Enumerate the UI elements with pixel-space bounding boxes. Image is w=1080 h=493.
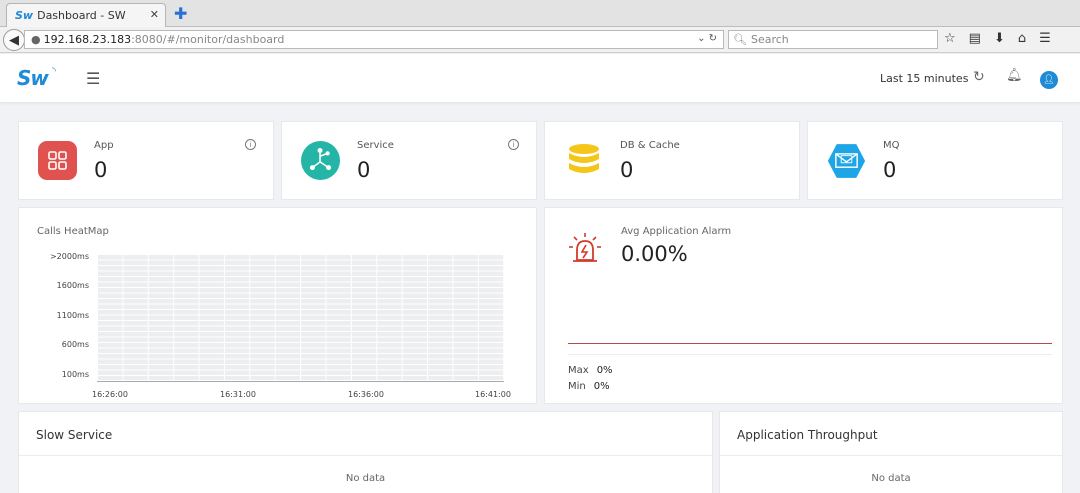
no-data-text: No data (345, 473, 386, 484)
alarm-max: Max 0% (568, 365, 613, 376)
throughput-card: Application Throughput No data (719, 411, 1063, 493)
star-icon[interactable]: ☆ (944, 31, 956, 46)
x-axis (97, 381, 504, 382)
search-input[interactable]: 🔍︎ Search (728, 30, 938, 49)
alarm-value: 0.00% (621, 242, 688, 266)
stat-card-mq: MQ 0 (807, 121, 1063, 200)
logo-wave-icon: ◝ (52, 66, 56, 77)
stat-value: 0 (357, 158, 371, 182)
divider (19, 455, 712, 456)
stat-label: Service (357, 140, 394, 151)
browser-tab-bar: Sw Dashboard - SW ✕ ✚ (0, 0, 1080, 27)
alarm-siren-icon (567, 230, 603, 270)
stat-card-app: App 0 i (18, 121, 274, 200)
app-grid-icon (38, 141, 77, 180)
alarm-min: Min 0% (568, 381, 610, 392)
search-placeholder: Search (750, 33, 789, 46)
close-icon[interactable]: ✕ (150, 8, 159, 21)
tab-favicon: Sw (15, 9, 34, 22)
max-label: Max (568, 365, 589, 376)
stat-value: 0 (94, 158, 108, 182)
slow-service-card: Slow Service No data (18, 411, 713, 493)
slow-service-title: Slow Service (36, 428, 113, 442)
stat-label: App (94, 140, 114, 151)
y-tick-label: 1600ms (56, 281, 89, 290)
search-icon: 🔍︎ (733, 33, 747, 46)
stat-value: 0 (883, 158, 897, 182)
divider (568, 354, 1052, 355)
x-tick-label: 16:41:00 (475, 390, 511, 399)
y-tick-label: >2000ms (49, 252, 89, 261)
download-icon[interactable]: ⬇ (994, 31, 1005, 46)
browser-nav-bar: ◀ ● 192.168.23.183 :8080/#/monitor/dashb… (0, 27, 1080, 53)
service-share-icon (301, 141, 340, 180)
x-tick-label: 16:26:00 (92, 390, 128, 399)
url-bar[interactable]: ● 192.168.23.183 :8080/#/monitor/dashboa… (24, 30, 724, 49)
y-tick-label: 100ms (61, 370, 89, 379)
app-logo[interactable]: Sw (17, 66, 49, 90)
globe-icon: ● (31, 33, 41, 46)
min-value: 0% (593, 381, 610, 392)
back-arrow-icon[interactable]: ◀ (3, 29, 25, 51)
alarm-title: Avg Application Alarm (621, 226, 732, 237)
heatmap-grid[interactable] (97, 254, 504, 380)
alarm-trend-line (568, 343, 1052, 344)
app-header: Sw ◝ ☰ Last 15 minutes ↻ 🔔︎ 👤︎ (0, 54, 1080, 102)
new-tab-icon[interactable]: ✚ (174, 4, 187, 23)
url-path: :8080/#/monitor/dashboard (131, 33, 285, 46)
x-tick-label: 16:36:00 (348, 390, 384, 399)
user-avatar-icon[interactable]: 👤︎ (1040, 71, 1058, 89)
divider (720, 455, 1062, 456)
stat-label: MQ (883, 140, 900, 151)
throughput-title: Application Throughput (737, 428, 878, 442)
stat-label: DB & Cache (620, 140, 680, 151)
stat-value: 0 (620, 158, 634, 182)
stat-card-service: Service 0 i (281, 121, 537, 200)
heatmap-card: Calls HeatMap >2000ms 1600ms 1100ms 600m… (18, 207, 537, 404)
bell-icon[interactable]: 🔔︎ (1006, 68, 1023, 83)
x-tick-label: 16:31:00 (220, 390, 256, 399)
tab-title: Dashboard - SW (37, 9, 126, 22)
home-icon[interactable]: ⌂ (1018, 31, 1026, 46)
info-icon[interactable]: i (245, 139, 256, 150)
refresh-icon[interactable]: ↻ (973, 69, 985, 85)
browser-tab[interactable]: Sw Dashboard - SW ✕ (6, 3, 166, 27)
y-tick-label: 600ms (61, 340, 89, 349)
alarm-card: Avg Application Alarm 0.00% Max 0% Min 0% (544, 207, 1063, 404)
min-label: Min (568, 381, 586, 392)
menu-icon[interactable]: ☰ (1039, 31, 1051, 46)
y-tick-label: 1100ms (56, 311, 89, 320)
time-range-selector[interactable]: Last 15 minutes (880, 72, 968, 85)
mq-envelope-icon (827, 141, 866, 180)
no-data-text: No data (871, 473, 911, 484)
sidebar-toggle-icon[interactable]: ☰ (86, 69, 100, 88)
heatmap-title: Calls HeatMap (37, 226, 109, 237)
reader-icon[interactable]: ▤ (969, 31, 981, 46)
max-value: 0% (596, 365, 613, 376)
dropdown-reload-icon[interactable]: ⌄ ↻ (697, 33, 717, 44)
url-host: 192.168.23.183 (43, 33, 132, 46)
info-icon[interactable]: i (508, 139, 519, 150)
database-icon (564, 141, 603, 180)
stat-card-db-cache: DB & Cache 0 (544, 121, 800, 200)
